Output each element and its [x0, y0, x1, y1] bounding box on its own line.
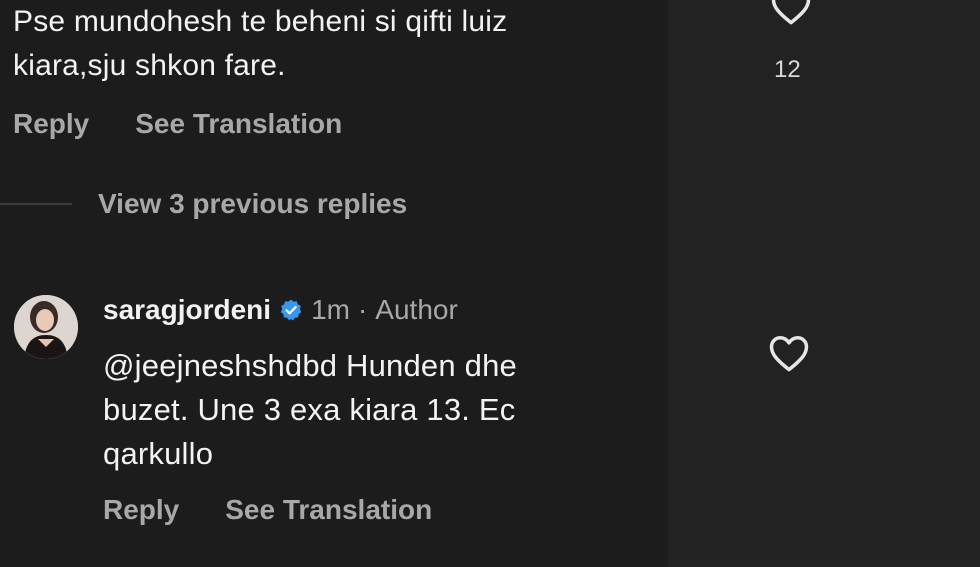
- verified-badge-icon: [279, 298, 303, 322]
- comment-line: Pse mundohesh te beheni si qifti luiz: [13, 5, 508, 38]
- view-replies-label[interactable]: View 3 previous replies: [98, 188, 407, 220]
- reply-comment-actions: Reply See Translation: [103, 494, 432, 526]
- comments-screen: Pse mundohesh te beheni si qifti luiz ki…: [0, 0, 980, 567]
- side-panel: [668, 0, 980, 567]
- see-translation-button[interactable]: See Translation: [135, 108, 342, 140]
- reply-button[interactable]: Reply: [103, 494, 179, 526]
- like-count: 12: [774, 56, 801, 83]
- reply-button[interactable]: Reply: [13, 108, 89, 140]
- like-heart-icon[interactable]: [770, 0, 812, 26]
- like-heart-icon[interactable]: [768, 333, 810, 373]
- see-translation-button[interactable]: See Translation: [225, 494, 432, 526]
- parent-comment-actions: Reply See Translation: [13, 108, 342, 140]
- reply-header: saragjordeni 1m · Author: [103, 294, 458, 326]
- username-link[interactable]: saragjordeni: [103, 294, 271, 326]
- author-label: Author: [375, 294, 458, 325]
- parent-comment-text: Pse mundohesh te beheni si qifti luiz ki…: [13, 0, 653, 88]
- comment-line: qarkullo: [103, 436, 214, 471]
- comment-line: @jeejneshshdbd Hunden dhe: [103, 348, 517, 383]
- meta-separator: ·: [357, 294, 368, 325]
- thread-divider: [0, 203, 72, 205]
- comment-line: kiara,sju shkon fare.: [13, 49, 286, 82]
- view-previous-replies[interactable]: View 3 previous replies: [0, 188, 407, 220]
- reply-timestamp: 1m: [311, 294, 350, 325]
- reply-comment-text: @jeejneshshdbd Hunden dhe buzet. Une 3 e…: [103, 344, 663, 476]
- avatar[interactable]: [14, 295, 78, 359]
- comment-line: buzet. Une 3 exa kiara 13. Ec: [103, 392, 516, 427]
